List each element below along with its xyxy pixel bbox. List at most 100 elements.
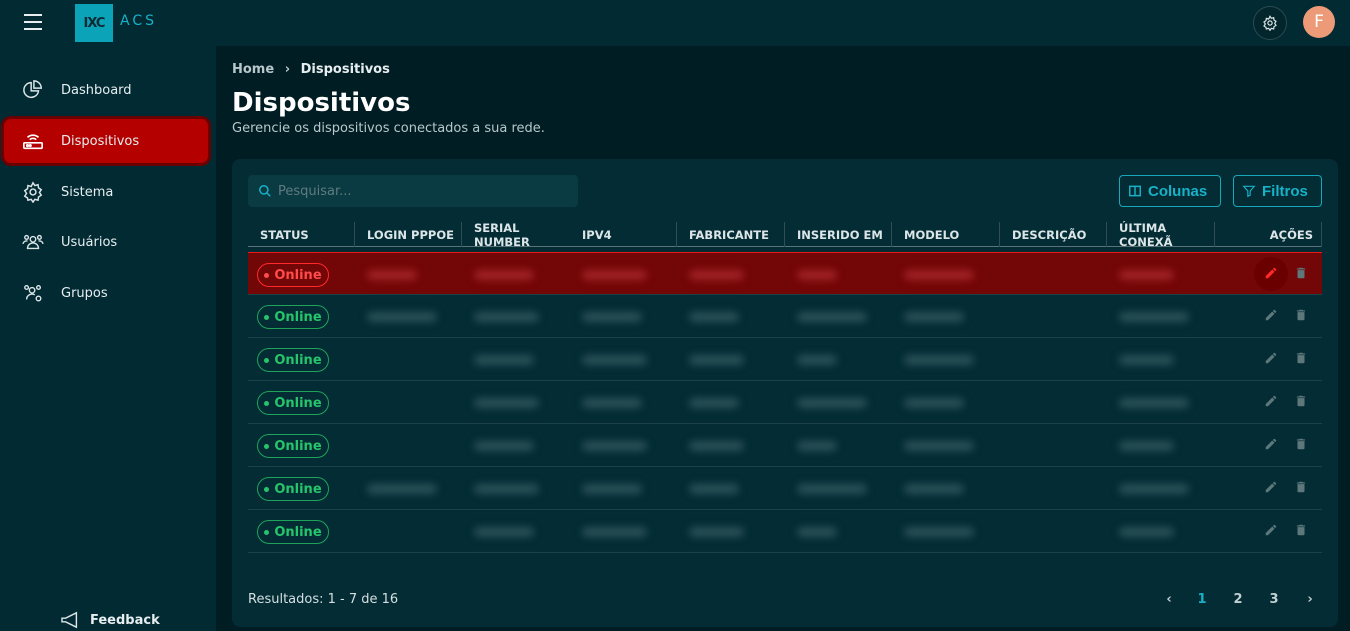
redacted-cell (797, 527, 837, 537)
delete-button[interactable] (1288, 389, 1314, 415)
edit-button[interactable] (1258, 432, 1284, 458)
sidebar-item-grupos[interactable]: Grupos (4, 271, 208, 315)
redacted-cell (797, 484, 867, 494)
results-count: Resultados: 1 - 7 de 16 (248, 592, 399, 607)
page-1-button[interactable]: 1 (1190, 589, 1214, 609)
delete-button[interactable] (1288, 475, 1314, 501)
menu-icon[interactable] (24, 14, 42, 30)
top-bar: IXC ACS F (0, 0, 1350, 46)
redacted-cell (904, 398, 964, 408)
sidebar-item-sistema[interactable]: Sistema (4, 170, 208, 214)
columns-button[interactable]: Colunas (1119, 175, 1221, 207)
redacted-cell (797, 398, 867, 408)
redacted-cell (474, 527, 534, 537)
table-row[interactable]: Online (248, 252, 1322, 295)
redacted-cell (582, 398, 642, 408)
sidebar-item-label: Usuários (61, 234, 118, 250)
column-header[interactable]: LOGIN PPPOE (355, 222, 462, 247)
redacted-cell (689, 527, 744, 537)
settings-button[interactable] (1253, 6, 1287, 40)
page-3-button[interactable]: 3 (1262, 589, 1286, 609)
search-icon (259, 185, 271, 197)
redacted-cell (582, 527, 647, 537)
prev-page-button[interactable]: ‹ (1157, 589, 1181, 609)
trash-icon (1294, 265, 1308, 284)
filters-button[interactable]: Filtros (1233, 175, 1322, 207)
table-row[interactable]: Online (248, 510, 1322, 553)
chevron-right-icon: › (284, 62, 291, 77)
next-page-button[interactable]: › (1298, 589, 1322, 609)
redacted-cell (689, 355, 744, 365)
redacted-cell (797, 312, 867, 322)
redacted-cell (367, 484, 437, 494)
status-badge: Online (257, 263, 329, 287)
trash-icon (1294, 522, 1308, 541)
redacted-cell (797, 270, 837, 280)
redacted-cell (1119, 398, 1189, 408)
table-row[interactable]: Online (248, 381, 1322, 424)
trash-icon (1294, 479, 1308, 498)
search-box (248, 175, 578, 207)
table-row[interactable]: Online (248, 424, 1322, 467)
sidebar-item-usuarios[interactable]: Usuários (4, 220, 208, 264)
edit-button[interactable] (1258, 518, 1284, 544)
column-header[interactable]: SERIAL NUMBER (462, 221, 570, 249)
edit-button[interactable] (1258, 346, 1284, 372)
column-header[interactable]: DESCRIÇÃO (1000, 222, 1107, 247)
breadcrumb: Home › Dispositivos (232, 62, 390, 77)
column-header[interactable]: INSERIDO EM (785, 222, 892, 247)
sidebar-item-dashboard[interactable]: Dashboard (4, 68, 208, 112)
redacted-cell (904, 270, 974, 280)
status-badge: Online (257, 391, 329, 415)
redacted-cell (582, 312, 642, 322)
edit-button[interactable] (1258, 303, 1284, 329)
columns-icon (1129, 185, 1141, 197)
edit-button[interactable] (1254, 257, 1288, 291)
delete-button[interactable] (1288, 432, 1314, 458)
pencil-icon (1264, 265, 1278, 284)
devices-card: Colunas Filtros STATUSLOGIN PPPOESERIAL … (232, 159, 1338, 627)
redacted-cell (797, 355, 837, 365)
redacted-cell (689, 270, 744, 280)
column-header[interactable]: IPV4 (570, 222, 677, 247)
users-gear-icon (24, 284, 42, 302)
redacted-cell (689, 484, 739, 494)
sidebar-item-label: Dispositivos (61, 133, 140, 149)
table-row[interactable]: Online (248, 338, 1322, 381)
redacted-cell (474, 312, 539, 322)
trash-icon (1294, 307, 1308, 326)
table-row[interactable]: Online (248, 467, 1322, 510)
pencil-icon (1264, 436, 1278, 455)
redacted-cell (367, 270, 417, 280)
users-icon (22, 234, 44, 250)
redacted-cell (1119, 312, 1189, 322)
trash-icon (1294, 436, 1308, 455)
delete-button[interactable] (1288, 303, 1314, 329)
avatar[interactable]: F (1303, 6, 1335, 38)
sidebar-item-dispositivos[interactable]: Dispositivos (4, 119, 208, 163)
search-input[interactable] (278, 183, 558, 199)
breadcrumb-home[interactable]: Home (232, 62, 274, 77)
edit-button[interactable] (1258, 389, 1284, 415)
delete-button[interactable] (1288, 518, 1314, 544)
logo: IXC (75, 4, 113, 42)
redacted-cell (582, 355, 647, 365)
column-header[interactable]: STATUS (248, 222, 355, 247)
redacted-cell (689, 312, 739, 322)
trash-icon (1294, 393, 1308, 412)
pie-chart-icon (23, 80, 42, 99)
redacted-cell (904, 484, 964, 494)
column-header[interactable]: ÚLTIMA CONEXÃ (1107, 221, 1215, 249)
status-badge: Online (257, 477, 329, 501)
column-header[interactable]: MODELO (892, 222, 1000, 247)
delete-button[interactable] (1288, 261, 1314, 287)
page-2-button[interactable]: 2 (1226, 589, 1250, 609)
delete-button[interactable] (1288, 346, 1314, 372)
feedback-button[interactable]: Feedback (60, 611, 160, 629)
product-name: ACS (120, 13, 157, 29)
column-header[interactable]: AÇÕES (1215, 222, 1322, 247)
table-row[interactable]: Online (248, 295, 1322, 338)
edit-button[interactable] (1258, 475, 1284, 501)
redacted-cell (474, 270, 534, 280)
column-header[interactable]: FABRICANTE (677, 222, 785, 247)
